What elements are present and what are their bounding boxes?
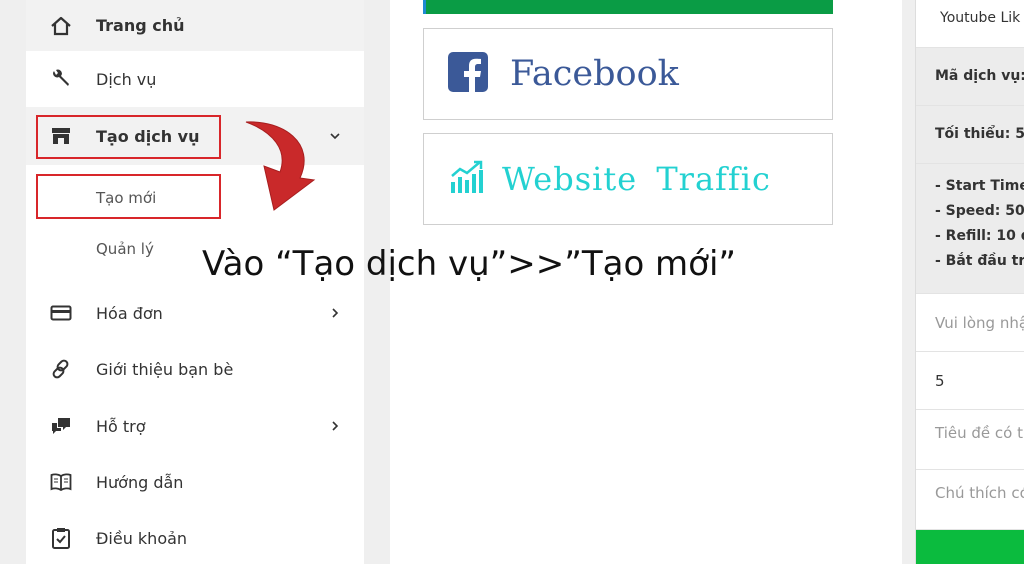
sidebar-item-guide[interactable]: Hướng dẫn: [26, 454, 364, 510]
sidebar-item-label: Hướng dẫn: [96, 472, 184, 492]
sidebar-item-label: Hỗ trợ: [96, 416, 146, 436]
book-icon: [50, 471, 72, 493]
note-input[interactable]: Chú thích có: [916, 470, 1024, 530]
sidebar-item-label: Hóa đơn: [96, 303, 163, 323]
order-form-panel: Youtube Lik Mã dịch vụ: Tối thiểu: 5 - S…: [915, 0, 1024, 564]
sidebar-item-home[interactable]: Trang chủ: [26, 0, 364, 51]
title-input[interactable]: Tiêu đề có th: [916, 410, 1024, 470]
submit-button[interactable]: [916, 530, 1024, 564]
quantity-input[interactable]: 5: [916, 352, 1024, 410]
highlight-box-create-new: [36, 174, 221, 219]
chevron-right-icon[interactable]: [328, 306, 342, 320]
sidebar-item-label: Giới thiệu bạn bè: [96, 359, 234, 379]
sidebar-item-terms[interactable]: Điều khoản: [26, 510, 364, 564]
chat-icon: [50, 415, 72, 437]
sidebar-item-invoices[interactable]: Hóa đơn: [26, 285, 364, 341]
clipboard-check-icon: [50, 527, 72, 549]
sidebar-item-label: Dịch vụ: [96, 69, 157, 89]
sidebar-item-services[interactable]: Dịch vụ: [26, 51, 364, 107]
home-icon: [50, 15, 72, 37]
service-title: Website Traffic: [502, 160, 771, 198]
service-card-partial[interactable]: [423, 0, 833, 14]
wrench-icon: [50, 68, 72, 90]
credit-card-icon: [50, 302, 72, 324]
link-input[interactable]: Vui lòng nhậ: [916, 294, 1024, 352]
service-title: Facebook: [510, 54, 679, 94]
sidebar-item-support[interactable]: Hỗ trợ: [26, 398, 364, 454]
sidebar-item-referral[interactable]: Giới thiệu bạn bè: [26, 341, 364, 397]
service-card-website-traffic[interactable]: Website Traffic: [423, 133, 833, 225]
traffic-chart-icon: [450, 160, 484, 199]
service-select[interactable]: Youtube Lik: [916, 0, 1024, 48]
service-card-facebook[interactable]: Facebook: [423, 28, 833, 120]
link-icon: [50, 358, 72, 380]
minimum-row: Tối thiểu: 5: [916, 106, 1024, 164]
chevron-right-icon[interactable]: [328, 419, 342, 433]
sidebar-subitem-label: Quản lý: [96, 240, 154, 258]
service-details: - Start Time: - Speed: 50/ - Refill: 10 …: [916, 164, 1024, 294]
facebook-icon: [448, 51, 488, 97]
highlight-box-create-service: [36, 115, 221, 159]
chevron-down-icon[interactable]: [328, 129, 342, 143]
sidebar-item-label: Trang chủ: [96, 16, 185, 35]
instruction-annotation: Vào “Tạo dịch vụ”>>”Tạo mới”: [202, 244, 737, 284]
service-code-row: Mã dịch vụ:: [916, 48, 1024, 106]
curved-arrow-icon: [245, 121, 316, 211]
sidebar-item-label: Điều khoản: [96, 528, 188, 548]
